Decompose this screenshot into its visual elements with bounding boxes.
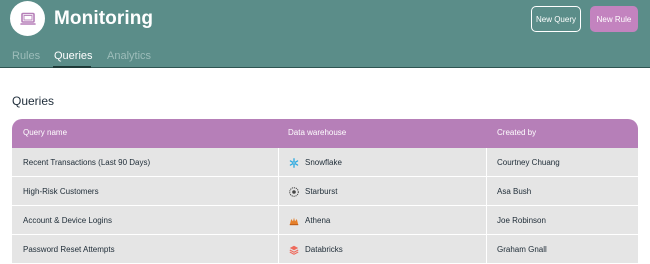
tab-rules[interactable]: Rules [12,50,40,62]
created-by-cell: Joe Robinson [497,216,546,225]
databricks-icon [289,245,299,255]
column-divider [486,235,487,264]
warehouse-cell: Athena [289,206,330,235]
new-query-button[interactable]: New Query [531,6,581,32]
warehouse-name: Starburst [305,187,338,196]
created-by-cell: Graham Gnall [497,245,547,254]
tab-queries[interactable]: Queries [54,50,93,62]
table-header: Query name Data warehouse Created by [12,119,638,148]
table-row[interactable]: High-Risk Customers Starburst Asa Bush [12,177,638,206]
column-divider [278,206,279,235]
warehouse-cell: Databricks [289,235,343,264]
new-rule-button[interactable]: New Rule [590,6,638,32]
tab-analytics[interactable]: Analytics [107,50,151,62]
app-title: Monitoring [54,8,154,29]
snowflake-icon [289,157,299,168]
created-by-cell: Courtney Chuang [497,158,560,167]
column-header-query-name: Query name [23,128,68,137]
monitoring-app-icon [10,1,45,36]
warehouse-name: Snowflake [305,158,342,167]
table-row[interactable]: Account & Device Logins Athena Joe Robin… [12,206,638,235]
section-title: Queries [12,94,55,108]
column-divider [278,177,279,206]
queries-table: Query name Data warehouse Created by Rec… [12,119,638,264]
column-header-created-by: Created by [497,128,537,137]
table-row[interactable]: Password Reset Attempts Databricks Graha… [12,235,638,264]
monitor-icon [19,12,36,25]
column-divider [486,206,487,235]
column-divider [486,148,487,177]
column-divider [278,148,279,177]
starburst-icon [289,186,299,197]
athena-icon [289,216,299,226]
tabs-bar [0,44,650,68]
column-divider [278,235,279,264]
table-row[interactable]: Recent Transactions (Last 90 Days) Snowf… [12,148,638,177]
query-name-cell: Account & Device Logins [23,216,112,225]
warehouse-name: Databricks [305,245,343,254]
column-divider [486,177,487,206]
query-name-cell: Password Reset Attempts [23,245,115,254]
created-by-cell: Asa Bush [497,187,532,196]
active-tab-indicator [53,66,91,68]
warehouse-cell: Snowflake [289,148,342,177]
query-name-cell: Recent Transactions (Last 90 Days) [23,158,151,167]
warehouse-name: Athena [305,216,331,225]
query-name-cell: High-Risk Customers [23,187,99,196]
warehouse-cell: Starburst [289,177,337,206]
column-header-data-warehouse: Data warehouse [288,128,347,137]
